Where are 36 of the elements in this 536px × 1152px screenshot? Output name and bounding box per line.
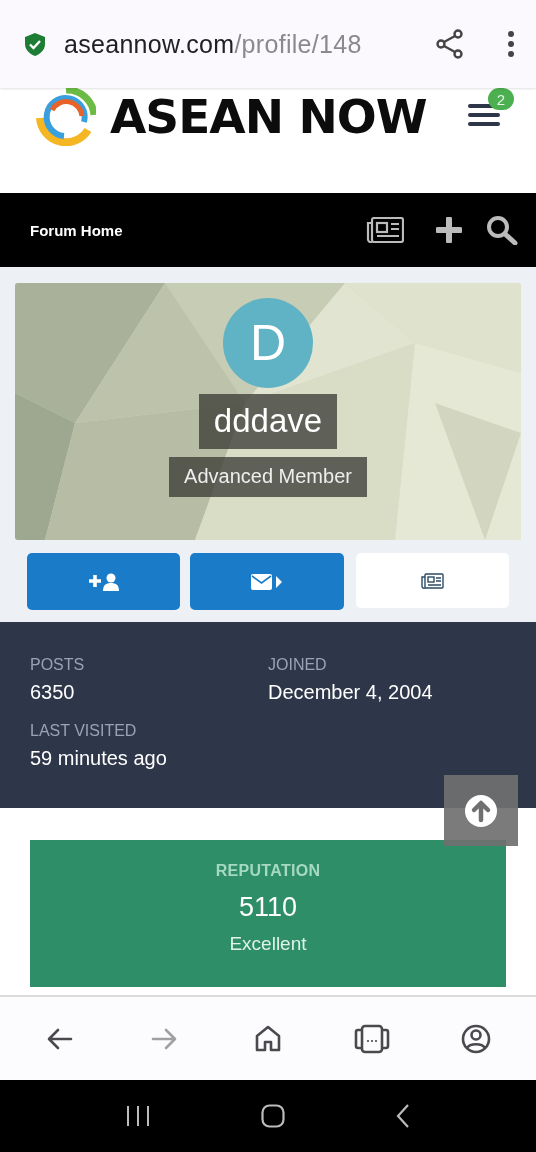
forum-home-link[interactable]: Forum Home: [30, 221, 366, 239]
home-icon: [255, 1024, 281, 1053]
notification-badge: 2: [488, 88, 514, 110]
stat-label: JOINED: [268, 656, 327, 674]
add-user-icon: [88, 572, 119, 591]
back-icon[interactable]: [396, 1104, 411, 1128]
follow-button[interactable]: [27, 553, 181, 610]
reputation-score: 5110: [238, 892, 298, 923]
username: dddave: [198, 394, 338, 449]
stat-value: December 4, 2004: [268, 681, 433, 704]
home-button-icon[interactable]: [261, 1104, 285, 1128]
forward-arrow-icon: [151, 1027, 177, 1050]
logo-icon[interactable]: [36, 88, 96, 146]
share-icon[interactable]: [436, 29, 464, 59]
tabs-icon: [354, 1023, 390, 1054]
plus-icon[interactable]: [436, 217, 462, 243]
reputation-label: REPUTATION: [215, 862, 321, 880]
reputation-rating: Excellent: [229, 933, 307, 955]
newspaper-icon[interactable]: [366, 217, 404, 243]
newspaper-icon: [420, 572, 444, 589]
back-arrow-icon: [47, 1027, 73, 1050]
member-rank: Advanced Member: [169, 457, 367, 497]
security-shield-icon: [24, 31, 46, 57]
stat-value: 59 minutes ago: [30, 747, 167, 770]
stat-label: POSTS: [30, 656, 85, 674]
stat-value: 6350: [30, 681, 75, 704]
more-options-icon[interactable]: [508, 31, 514, 57]
activity-button[interactable]: [355, 553, 509, 608]
search-icon[interactable]: [486, 215, 518, 245]
recent-apps-icon[interactable]: [125, 1105, 150, 1127]
account-icon: [461, 1023, 491, 1054]
envelope-icon: [251, 573, 283, 590]
logo-text[interactable]: ASEAN NOW: [110, 86, 427, 148]
message-button[interactable]: [190, 553, 344, 610]
scroll-to-top-button[interactable]: [444, 775, 518, 846]
stat-label: LAST VISITED: [30, 722, 137, 740]
